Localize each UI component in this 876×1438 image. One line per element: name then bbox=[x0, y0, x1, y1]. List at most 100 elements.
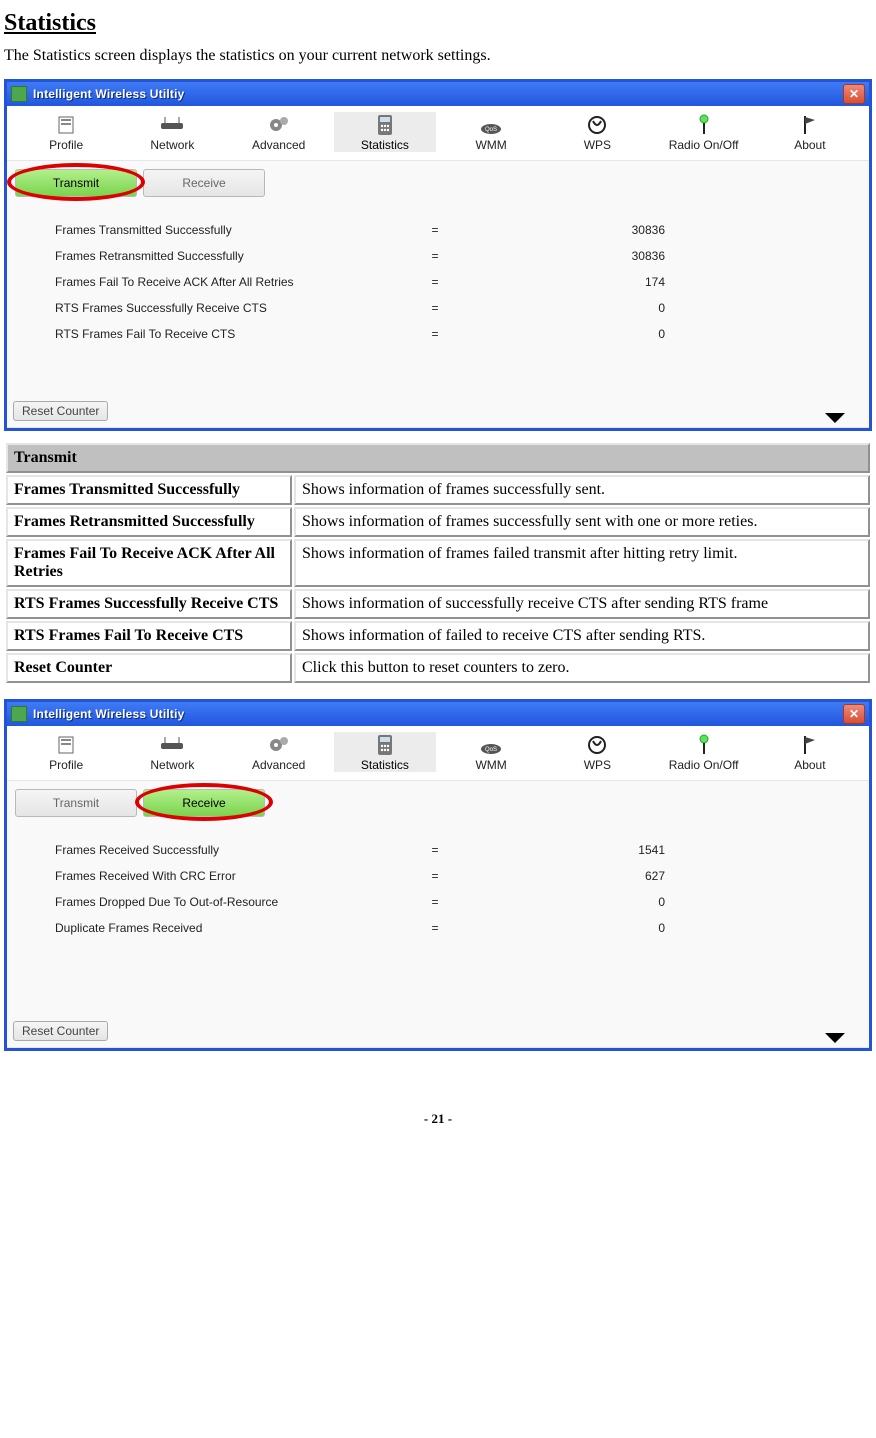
tab-label: Profile bbox=[49, 138, 83, 152]
tab-wps[interactable]: WPS bbox=[546, 112, 648, 152]
tab-network[interactable]: Network bbox=[121, 112, 223, 152]
tab-wmm[interactable]: QoS WMM bbox=[440, 732, 542, 772]
stat-value: 174 bbox=[485, 275, 665, 289]
close-icon[interactable]: ✕ bbox=[843, 84, 865, 104]
def-val: Shows information of frames successfully… bbox=[294, 507, 870, 537]
stat-eq: = bbox=[385, 921, 485, 935]
stat-eq: = bbox=[385, 327, 485, 341]
flag-icon bbox=[801, 114, 819, 136]
table-header: Transmit bbox=[6, 443, 870, 473]
window-titlebar: Intelligent Wireless Utiltiy ✕ bbox=[7, 82, 869, 106]
stat-eq: = bbox=[385, 843, 485, 857]
reset-counter-button[interactable]: Reset Counter bbox=[13, 401, 108, 421]
subtab-receive[interactable]: Receive bbox=[143, 789, 265, 817]
profile-icon bbox=[55, 114, 77, 136]
tab-wmm[interactable]: QoS WMM bbox=[440, 112, 542, 152]
transmit-definitions-table: Transmit Frames Transmitted Successfully… bbox=[4, 441, 872, 685]
tab-advanced[interactable]: Advanced bbox=[228, 732, 330, 772]
subtab-receive[interactable]: Receive bbox=[143, 169, 265, 197]
receive-stats-list: Frames Received Successfully=1541 Frames… bbox=[55, 837, 861, 941]
tab-label: Network bbox=[150, 758, 194, 772]
stats-panel: Transmit Receive Frames Transmitted Succ… bbox=[7, 160, 869, 428]
transmit-stats-list: Frames Transmitted Successfully=30836 Fr… bbox=[55, 217, 861, 347]
tab-label: Statistics bbox=[361, 758, 409, 772]
page-intro: The Statistics screen displays the stati… bbox=[4, 47, 872, 65]
tab-about[interactable]: About bbox=[759, 732, 861, 772]
table-row: Reset CounterClick this button to reset … bbox=[6, 653, 870, 683]
def-key: Frames Transmitted Successfully bbox=[6, 475, 292, 505]
tab-label: Profile bbox=[49, 758, 83, 772]
stat-label: Frames Received Successfully bbox=[55, 843, 385, 857]
tab-profile[interactable]: Profile bbox=[15, 732, 117, 772]
table-row: Frames Retransmitted SuccessfullyShows i… bbox=[6, 507, 870, 537]
tab-label: About bbox=[794, 138, 825, 152]
qos-icon: QoS bbox=[479, 734, 503, 756]
tab-statistics[interactable]: Statistics bbox=[334, 112, 436, 152]
tab-label: Network bbox=[150, 138, 194, 152]
def-val: Click this button to reset counters to z… bbox=[294, 653, 870, 683]
stat-row: Duplicate Frames Received=0 bbox=[55, 915, 861, 941]
page-title: Statistics bbox=[4, 10, 872, 37]
screenshot-receive: Intelligent Wireless Utiltiy ✕ Profile N… bbox=[4, 699, 872, 1051]
highlight-circle: Transmit bbox=[15, 169, 137, 197]
subtab-transmit[interactable]: Transmit bbox=[15, 169, 137, 197]
expand-icon[interactable] bbox=[825, 413, 845, 425]
table-row: Frames Transmitted SuccessfullyShows inf… bbox=[6, 475, 870, 505]
stat-label: Frames Received With CRC Error bbox=[55, 869, 385, 883]
stat-eq: = bbox=[385, 895, 485, 909]
close-icon[interactable]: ✕ bbox=[843, 704, 865, 724]
tab-statistics[interactable]: Statistics bbox=[334, 732, 436, 772]
window-title: Intelligent Wireless Utiltiy bbox=[33, 87, 185, 101]
tab-network[interactable]: Network bbox=[121, 732, 223, 772]
stat-value: 0 bbox=[485, 327, 665, 341]
main-toolbar: Profile Network Advanced Statistics QoS … bbox=[7, 726, 869, 780]
stat-eq: = bbox=[385, 249, 485, 263]
network-icon bbox=[157, 114, 187, 136]
expand-icon[interactable] bbox=[825, 1033, 845, 1045]
network-icon bbox=[157, 734, 187, 756]
stat-row: Frames Retransmitted Successfully=30836 bbox=[55, 243, 861, 269]
subtab-transmit[interactable]: Transmit bbox=[15, 789, 137, 817]
tab-advanced[interactable]: Advanced bbox=[228, 112, 330, 152]
tab-label: WPS bbox=[584, 138, 611, 152]
stat-label: Frames Fail To Receive ACK After All Ret… bbox=[55, 275, 385, 289]
stat-row: Frames Dropped Due To Out-of-Resource=0 bbox=[55, 889, 861, 915]
tab-wps[interactable]: WPS bbox=[546, 732, 648, 772]
wps-icon bbox=[586, 734, 608, 756]
stat-value: 0 bbox=[485, 921, 665, 935]
def-val: Shows information of failed to receive C… bbox=[294, 621, 870, 651]
stat-row: Frames Transmitted Successfully=30836 bbox=[55, 217, 861, 243]
def-val: Shows information of frames failed trans… bbox=[294, 539, 870, 587]
app-icon bbox=[11, 706, 27, 722]
svg-text:QoS: QoS bbox=[485, 747, 497, 753]
stat-row: Frames Received Successfully=1541 bbox=[55, 837, 861, 863]
tab-profile[interactable]: Profile bbox=[15, 112, 117, 152]
window-title: Intelligent Wireless Utiltiy bbox=[33, 707, 185, 721]
def-key: Reset Counter bbox=[6, 653, 292, 683]
screenshot-transmit: Intelligent Wireless Utiltiy ✕ Profile N… bbox=[4, 79, 872, 431]
def-key: Frames Fail To Receive ACK After All Ret… bbox=[6, 539, 292, 587]
stat-eq: = bbox=[385, 275, 485, 289]
table-row: RTS Frames Fail To Receive CTSShows info… bbox=[6, 621, 870, 651]
window-titlebar: Intelligent Wireless Utiltiy ✕ bbox=[7, 702, 869, 726]
tab-about[interactable]: About bbox=[759, 112, 861, 152]
svg-text:QoS: QoS bbox=[485, 127, 497, 133]
wps-icon bbox=[586, 114, 608, 136]
highlight-circle: Receive bbox=[143, 789, 265, 817]
gear-icon bbox=[267, 734, 291, 756]
table-header-row: Transmit bbox=[6, 443, 870, 473]
antenna-icon bbox=[694, 734, 714, 756]
qos-icon: QoS bbox=[479, 114, 503, 136]
stat-label: Frames Dropped Due To Out-of-Resource bbox=[55, 895, 385, 909]
stat-label: Frames Retransmitted Successfully bbox=[55, 249, 385, 263]
app-icon bbox=[11, 86, 27, 102]
tab-radio[interactable]: Radio On/Off bbox=[653, 112, 755, 152]
tab-radio[interactable]: Radio On/Off bbox=[653, 732, 755, 772]
antenna-icon bbox=[694, 114, 714, 136]
tab-label: About bbox=[794, 758, 825, 772]
stat-value: 1541 bbox=[485, 843, 665, 857]
tab-label: Advanced bbox=[252, 138, 305, 152]
reset-counter-button[interactable]: Reset Counter bbox=[13, 1021, 108, 1041]
stat-value: 0 bbox=[485, 895, 665, 909]
stat-eq: = bbox=[385, 301, 485, 315]
